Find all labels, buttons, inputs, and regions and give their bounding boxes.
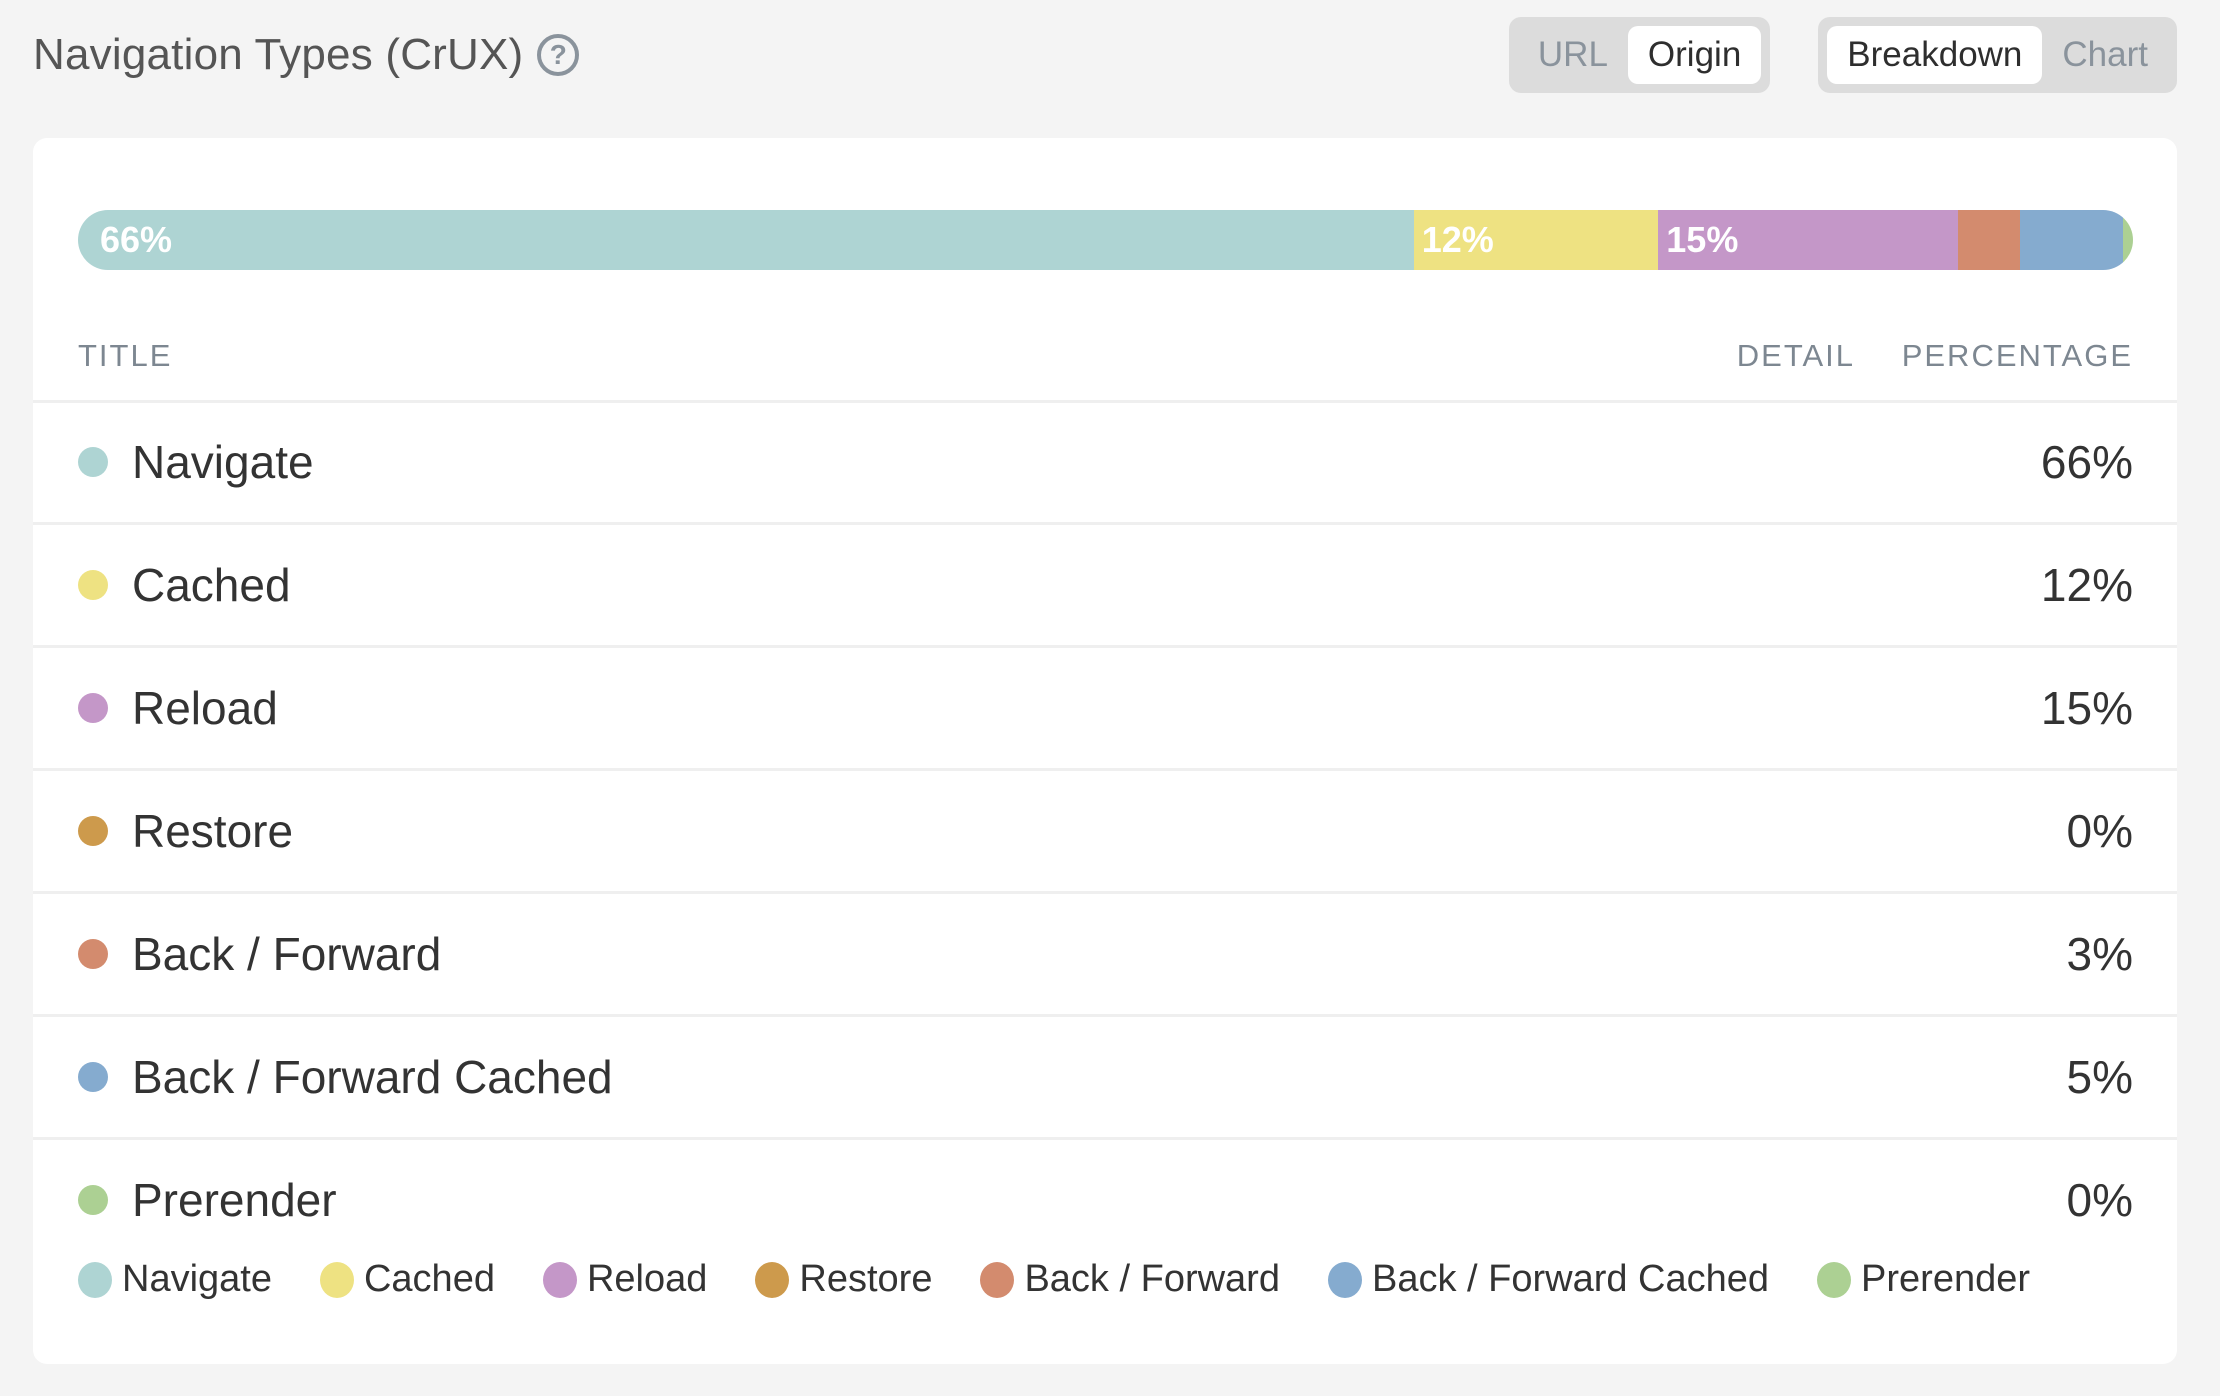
row-title: Back / Forward Cached	[132, 1051, 613, 1103]
row-percentage: 15%	[2040, 682, 2133, 734]
view-toggle: Breakdown Chart	[1818, 17, 2177, 93]
legend-label: Back / Forward	[1024, 1258, 1280, 1300]
legend-item[interactable]: Reload	[542, 1258, 708, 1301]
table-header: TITLE DETAIL PERCENTAGE	[33, 338, 2177, 403]
page-title: Navigation Types (CrUX)	[33, 30, 524, 79]
color-dot-icon	[78, 1185, 108, 1215]
legend-dot-icon	[1327, 1261, 1362, 1298]
legend-item[interactable]: Cached	[319, 1258, 495, 1301]
column-title: TITLE	[78, 338, 173, 373]
legend-label: Reload	[586, 1258, 708, 1300]
row-percentage: 3%	[2066, 928, 2133, 980]
table-row: Navigate 66%	[33, 402, 2177, 525]
bar-segment-navigate: 66%	[78, 210, 1414, 270]
legend-dot-icon	[78, 1261, 112, 1298]
row-percentage: 66%	[2040, 436, 2133, 488]
table-row: Cached 12%	[33, 525, 2177, 648]
toggle-breakdown[interactable]: Breakdown	[1827, 26, 2043, 84]
row-title: Back / Forward	[132, 928, 442, 980]
color-dot-icon	[78, 570, 108, 600]
row-percentage: 0%	[2066, 805, 2133, 857]
legend-item[interactable]: Back / Forward Cached	[1327, 1258, 1770, 1301]
column-detail: DETAIL	[1736, 338, 1855, 373]
color-dot-icon	[78, 939, 108, 969]
bar-segment-cached: 12%	[1413, 210, 1659, 270]
color-dot-icon	[78, 693, 108, 723]
section-header: Navigation Types (CrUX) ? URL Origin Bre…	[33, 0, 2177, 110]
table-row: Back / Forward Cached 5%	[33, 1017, 2177, 1140]
help-icon[interactable]: ?	[537, 34, 580, 76]
legend-label: Back / Forward Cached	[1371, 1258, 1770, 1300]
legend-label: Navigate	[122, 1258, 272, 1300]
legend-item[interactable]: Prerender	[1817, 1258, 2030, 1301]
bar-segment-prerender	[2122, 210, 2133, 270]
chart-legend: Navigate Cached Reload Restore Back / Forwar…	[78, 1258, 2030, 1301]
color-dot-icon	[78, 1062, 108, 1092]
stacked-bar: 66% 12% 15%	[78, 210, 2133, 270]
toggle-url[interactable]: URL	[1518, 26, 1628, 84]
toggle-origin[interactable]: Origin	[1627, 26, 1762, 84]
breakdown-card: 66% 12% 15% TITLE DETAIL PERCENTAGE Naviga…	[33, 138, 2177, 1364]
row-title: Prerender	[132, 1174, 337, 1226]
toggle-chart[interactable]: Chart	[2042, 26, 2168, 84]
row-percentage: 12%	[2040, 559, 2133, 611]
legend-dot-icon	[1817, 1261, 1852, 1298]
legend-dot-icon	[542, 1261, 577, 1298]
scope-toggle: URL Origin	[1508, 17, 1771, 93]
row-percentage: 5%	[2066, 1051, 2133, 1103]
color-dot-icon	[78, 816, 108, 846]
table-row: Reload 15%	[33, 648, 2177, 771]
color-dot-icon	[78, 447, 108, 477]
row-title: Navigate	[132, 436, 314, 488]
row-title: Restore	[132, 805, 294, 857]
legend-dot-icon	[980, 1261, 1015, 1298]
legend-item[interactable]: Navigate	[78, 1258, 272, 1301]
table-row: Prerender 0%	[33, 1140, 2177, 1260]
section-title: Navigation Types (CrUX) ?	[33, 30, 580, 80]
row-title: Reload	[132, 682, 278, 734]
legend-dot-icon	[755, 1261, 790, 1298]
bar-segment-reload: 15%	[1658, 210, 1959, 270]
legend-label: Prerender	[1861, 1258, 2031, 1300]
legend-item[interactable]: Back / Forward	[980, 1258, 1280, 1301]
legend-item[interactable]: Restore	[755, 1258, 932, 1301]
row-percentage: 0%	[2066, 1174, 2133, 1226]
legend-label: Restore	[799, 1258, 933, 1300]
table-row: Restore 0%	[33, 771, 2177, 894]
bar-segment-back-forward-cached	[2019, 210, 2123, 270]
row-title: Cached	[132, 559, 291, 611]
table-row: Back / Forward 3%	[33, 894, 2177, 1017]
legend-label: Cached	[363, 1258, 495, 1300]
bar-segment-back-forward	[1958, 210, 2020, 270]
table-body: Navigate 66% Cached 12% Reload 15% Resto…	[33, 402, 2177, 1260]
legend-dot-icon	[319, 1261, 354, 1298]
column-percentage: PERCENTAGE	[1901, 338, 2133, 373]
